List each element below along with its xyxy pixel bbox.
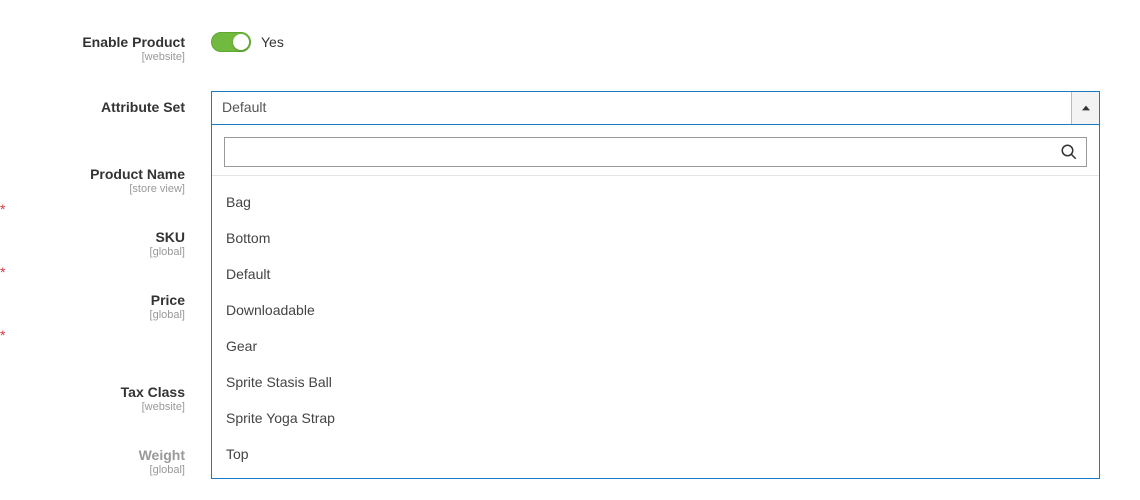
attribute-set-select[interactable]: Default (211, 91, 1100, 125)
attribute-set-selected: Default (212, 92, 1071, 124)
product-name-required: * (0, 195, 14, 217)
weight-scope: [global] (0, 464, 185, 476)
search-icon (1060, 143, 1078, 161)
dropdown-divider (212, 175, 1099, 176)
attribute-set-option[interactable]: Bottom (224, 220, 1087, 256)
price-scope: [global] (0, 309, 185, 321)
attribute-set-option[interactable]: Sprite Stasis Ball (224, 364, 1087, 400)
attribute-set-search[interactable] (224, 137, 1087, 167)
attribute-set-option-list: BagBottomDefaultDownloadableGearSprite S… (224, 184, 1087, 472)
attribute-set-option[interactable]: Sprite Yoga Strap (224, 400, 1087, 436)
attribute-set-option[interactable]: Downloadable (224, 292, 1087, 328)
sku-scope: [global] (0, 246, 185, 258)
sku-required: * (0, 258, 14, 280)
product-name-scope: [store view] (0, 183, 185, 195)
attribute-set-option[interactable]: Bag (224, 184, 1087, 220)
enable-product-value: Yes (261, 34, 284, 50)
product-name-label: Product Name (90, 166, 185, 182)
toggle-knob (233, 34, 249, 50)
attribute-set-option[interactable]: Default (224, 256, 1087, 292)
attribute-set-dropdown: BagBottomDefaultDownloadableGearSprite S… (211, 125, 1100, 479)
enable-product-label: Enable Product (82, 34, 185, 50)
sku-label: SKU (155, 229, 185, 245)
enable-product-toggle[interactable] (211, 32, 251, 52)
attribute-set-search-input[interactable] (225, 138, 1050, 166)
weight-label: Weight (139, 447, 185, 463)
tax-class-label: Tax Class (121, 384, 185, 400)
tax-class-scope: [website] (0, 401, 185, 413)
attribute-set-option[interactable]: Top (224, 436, 1087, 472)
enable-product-scope: [website] (0, 51, 185, 63)
caret-up-icon[interactable] (1071, 92, 1099, 124)
attribute-set-label: Attribute Set (101, 99, 185, 115)
attribute-set-option[interactable]: Gear (224, 328, 1087, 364)
price-label: Price (151, 292, 185, 308)
price-required: * (0, 321, 14, 343)
